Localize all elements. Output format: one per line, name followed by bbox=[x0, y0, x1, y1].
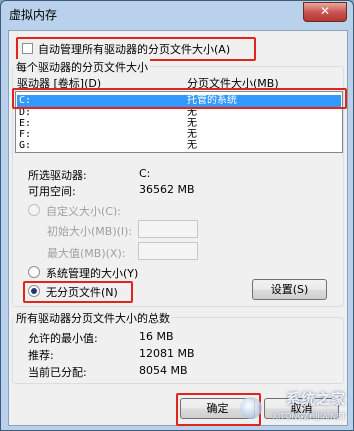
list-item[interactable]: G: 无 bbox=[17, 140, 341, 152]
min-size-value: 16 MB bbox=[139, 330, 174, 343]
totals-group-label: 所有驱动器分页文件大小的总数 bbox=[14, 310, 172, 326]
custom-size-radio[interactable] bbox=[28, 204, 40, 216]
title-bar[interactable]: 虚拟内存 ✕ bbox=[1, 1, 353, 27]
custom-size-label[interactable]: 自定义大小(C): bbox=[46, 203, 121, 219]
watermark-logo bbox=[240, 397, 262, 419]
no-paging-label[interactable]: 无分页文件(N) bbox=[46, 284, 118, 300]
dialog-body: 自动管理所有驱动器的分页文件大小(A) 每个驱动器的分页文件大小 驱动器 [卷标… bbox=[8, 30, 348, 426]
close-icon: ✕ bbox=[319, 4, 331, 18]
set-button[interactable]: 设置(S) bbox=[252, 279, 327, 300]
highlight-drive-c bbox=[12, 88, 347, 109]
window-title: 虚拟内存 bbox=[9, 8, 58, 22]
current-allocated-label: 当前已分配: bbox=[28, 366, 87, 379]
selected-drive-value: C: bbox=[139, 167, 151, 180]
system-managed-label[interactable]: 系统管理的大小(Y) bbox=[46, 265, 138, 281]
initial-size-input[interactable] bbox=[138, 220, 198, 238]
selected-drive-label: 所选驱动器: bbox=[28, 169, 87, 182]
drives-group-label: 每个驱动器的分页文件大小 bbox=[14, 59, 150, 75]
watermark-text: 系统之家 bbox=[286, 392, 346, 408]
watermark-url: XITONGZHIJIA.NET bbox=[272, 412, 346, 421]
free-space-label: 可用空间: bbox=[28, 185, 76, 198]
close-button[interactable]: ✕ bbox=[303, 2, 347, 22]
recommended-value: 12081 MB bbox=[139, 347, 195, 360]
system-managed-radio[interactable] bbox=[28, 266, 40, 278]
max-size-input[interactable] bbox=[138, 242, 198, 260]
radio-selected-dot bbox=[31, 288, 37, 294]
virtual-memory-dialog: 虚拟内存 ✕ 自动管理所有驱动器的分页文件大小(A) 每个驱动器的分页文件大小 … bbox=[0, 0, 354, 431]
current-allocated-value: 8054 MB bbox=[139, 364, 188, 377]
max-size-label: 最大值(MB)(X): bbox=[47, 247, 126, 260]
auto-manage-checkbox[interactable] bbox=[22, 43, 33, 54]
initial-size-label: 初始大小(MB)(I): bbox=[47, 225, 133, 238]
free-space-value: 36562 MB bbox=[139, 183, 195, 196]
no-paging-radio[interactable] bbox=[28, 285, 40, 297]
recommended-label: 推荐: bbox=[28, 349, 54, 362]
min-size-label: 允许的最小值: bbox=[28, 332, 98, 345]
auto-manage-label[interactable]: 自动管理所有驱动器的分页文件大小(A) bbox=[38, 41, 230, 57]
